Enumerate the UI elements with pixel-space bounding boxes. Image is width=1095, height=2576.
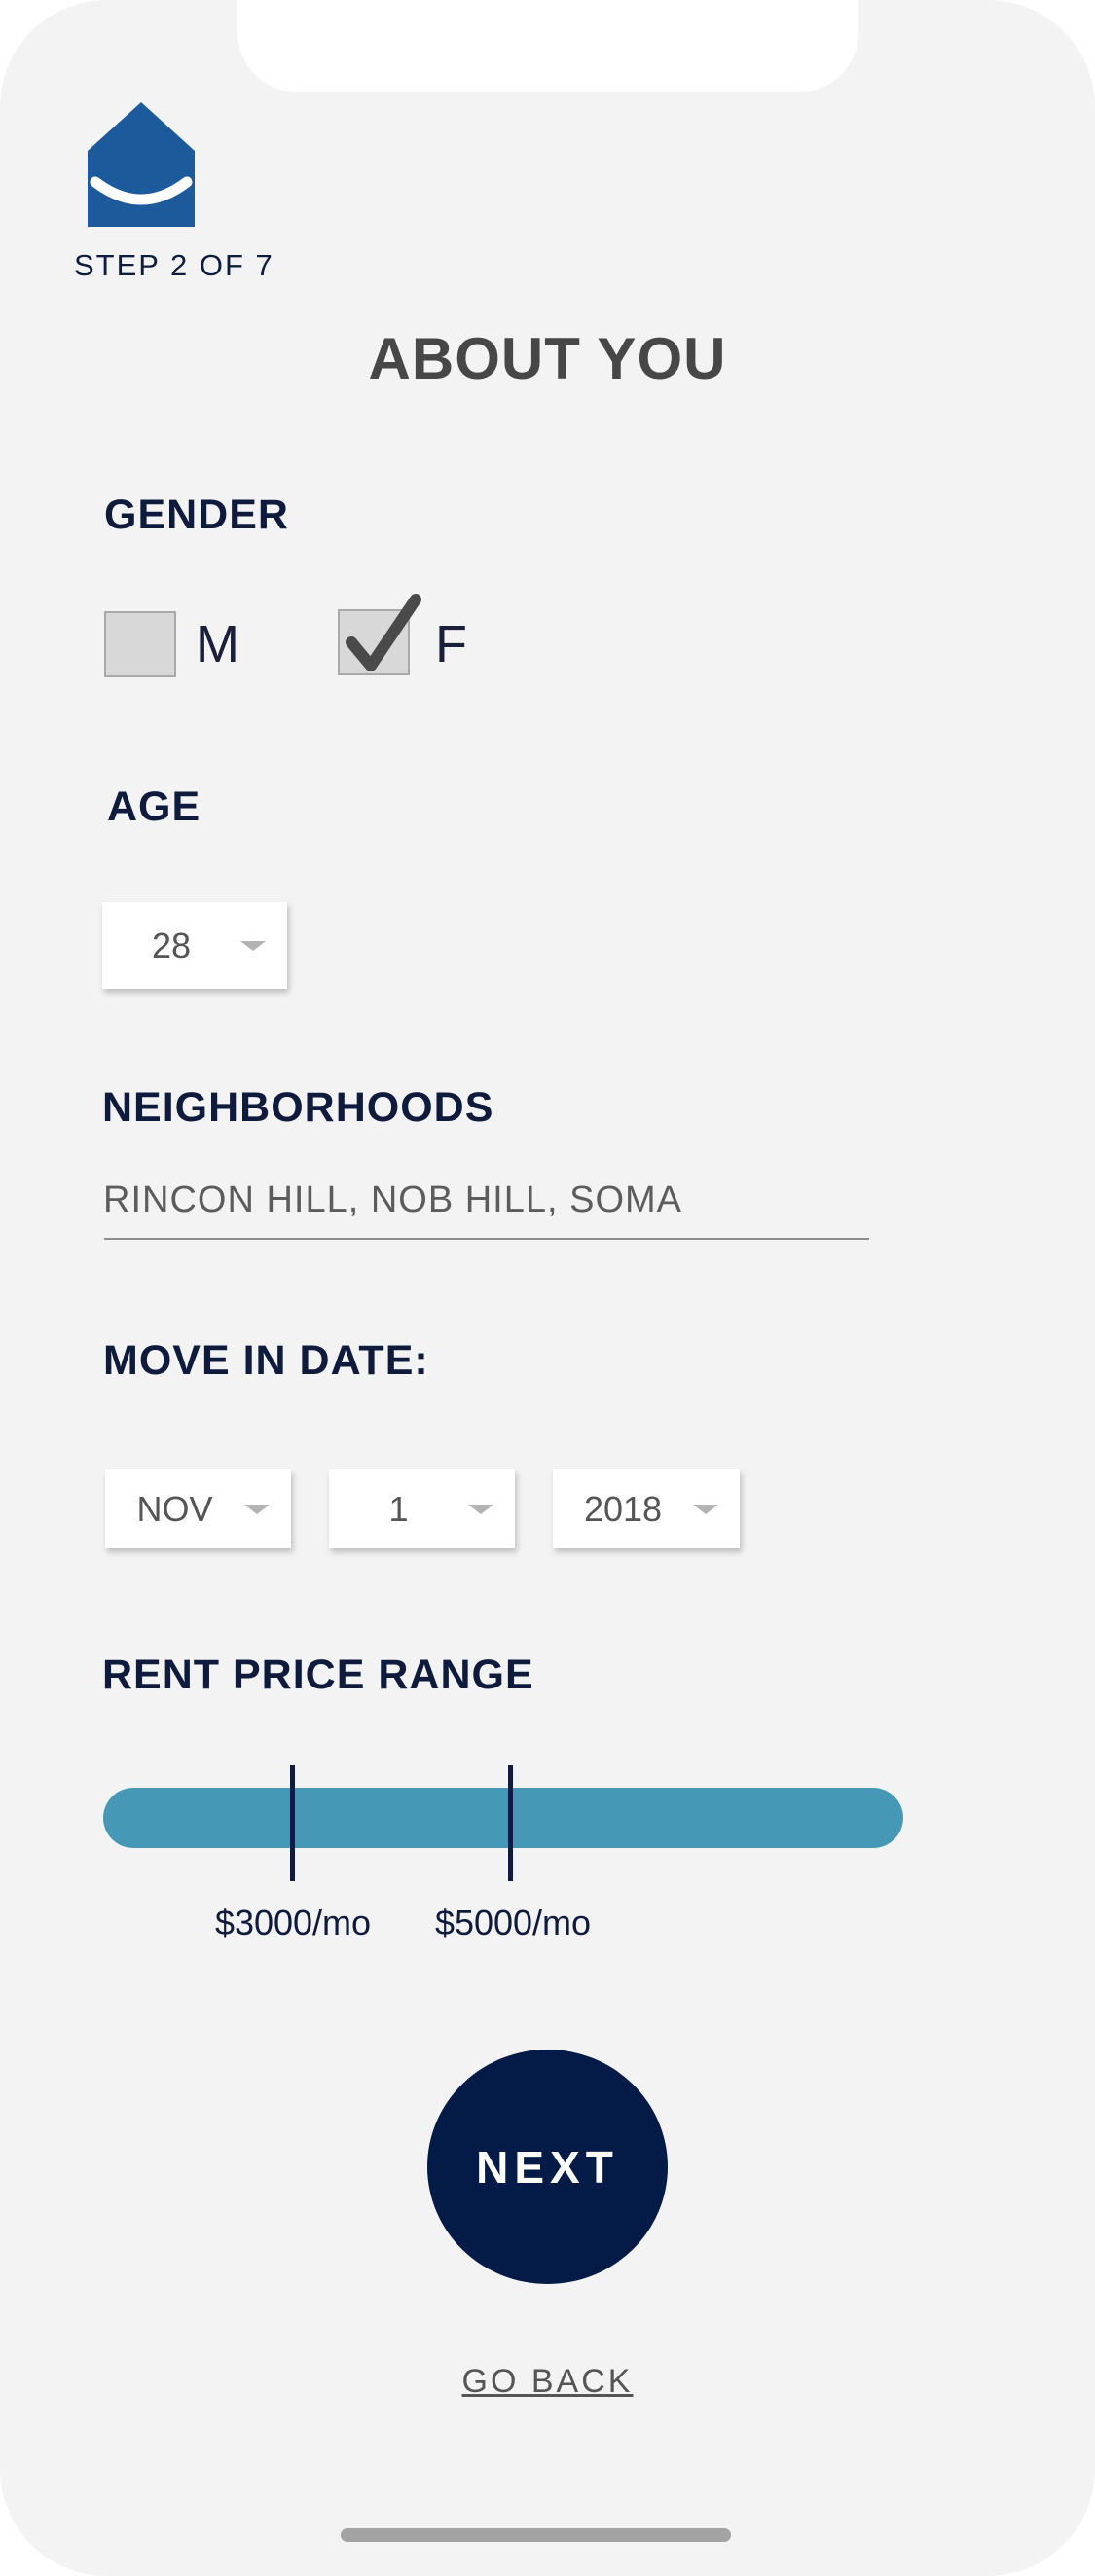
home-indicator[interactable] <box>341 2528 731 2542</box>
gender-m-label: M <box>196 615 239 673</box>
month-value: NOV <box>136 1488 213 1529</box>
day-dropdown[interactable]: 1 <box>329 1469 515 1548</box>
gender-f-checkbox[interactable] <box>338 594 421 675</box>
neighborhoods-label: NEIGHBORHOODS <box>102 1084 494 1131</box>
price-range-slider-track[interactable] <box>103 1788 903 1848</box>
age-value: 28 <box>151 925 192 965</box>
year-value: 2018 <box>583 1488 663 1529</box>
price-max-handle[interactable] <box>508 1765 513 1881</box>
step-indicator: STEP 2 OF 7 <box>74 248 274 282</box>
chevron-down-icon <box>468 1504 493 1514</box>
neighborhoods-underline <box>104 1238 869 1240</box>
age-dropdown[interactable]: 28 <box>102 902 287 989</box>
gender-m-checkbox[interactable] <box>104 611 176 677</box>
go-back-link[interactable]: GO BACK <box>0 2363 1095 2401</box>
chevron-down-icon <box>244 1504 270 1514</box>
phone-screen: STEP 2 OF 7 ABOUT YOU GENDER M F AGE 28 … <box>0 0 1095 2576</box>
age-label: AGE <box>107 783 201 830</box>
chevron-down-icon <box>240 940 266 951</box>
device-notch <box>237 0 858 92</box>
month-dropdown[interactable]: NOV <box>105 1469 291 1548</box>
year-dropdown[interactable]: 2018 <box>553 1469 740 1548</box>
price-min-label: $3000/mo <box>214 1903 372 1942</box>
move-in-date-label: MOVE IN DATE: <box>103 1337 429 1384</box>
price-max-label: $5000/mo <box>434 1903 592 1942</box>
price-min-handle[interactable] <box>290 1765 295 1881</box>
neighborhoods-input[interactable]: RINCON HILL, NOB HILL, SOMA <box>103 1179 872 1221</box>
house-smile-icon <box>88 102 195 227</box>
gender-f-label: F <box>435 615 467 673</box>
day-value: 1 <box>388 1488 409 1529</box>
page-title: ABOUT YOU <box>368 326 727 391</box>
chevron-down-icon <box>693 1504 718 1514</box>
next-button[interactable]: NEXT <box>427 2050 668 2284</box>
rent-price-range-label: RENT PRICE RANGE <box>102 1651 534 1698</box>
checkmark-icon <box>346 594 421 671</box>
gender-label: GENDER <box>104 491 289 538</box>
